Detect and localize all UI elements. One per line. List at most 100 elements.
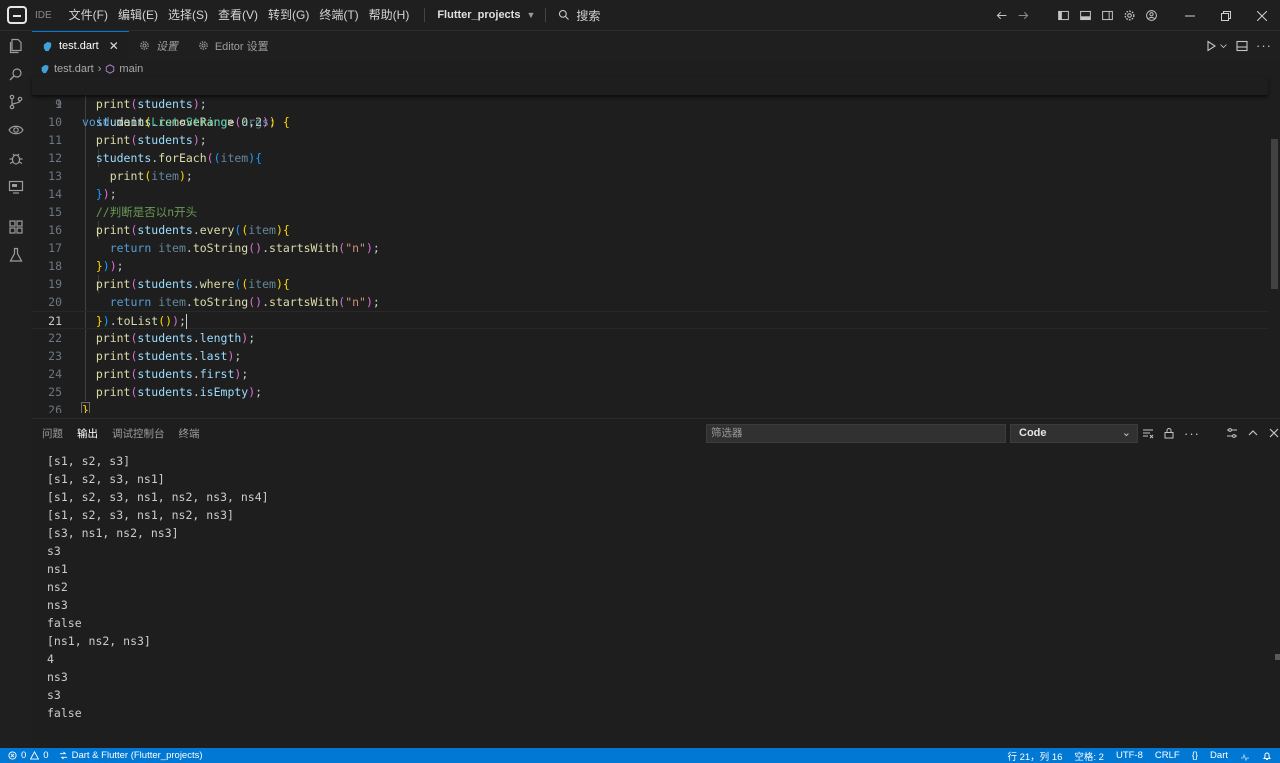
search-view-icon[interactable] — [8, 66, 24, 82]
title-divider — [545, 8, 547, 22]
panel-actions: ··· — [1142, 423, 1280, 443]
run-icon[interactable] — [1205, 39, 1217, 52]
line-number: 26 — [48, 403, 62, 413]
output-line: ns3 — [47, 670, 68, 684]
tab-settings[interactable]: 设置 — [129, 31, 188, 60]
menu-file[interactable]: 文件(F) — [64, 0, 113, 31]
remote-explorer-icon[interactable] — [8, 179, 24, 195]
split-editor-icon[interactable] — [1236, 40, 1248, 52]
tab-debug-console[interactable]: 调试控制台 — [112, 426, 165, 441]
lock-icon[interactable] — [1163, 427, 1175, 439]
extensions-icon[interactable] — [8, 219, 24, 235]
panel-scrollbar[interactable] — [1275, 654, 1280, 660]
code-text: print(students); — [95, 133, 207, 147]
breadcrumb-file[interactable]: test.dart — [54, 63, 94, 75]
sticky-scroll-header[interactable]: 1 void main(List<String> args) { — [32, 77, 1268, 129]
code-line-current: 21 }).toList()); — [32, 311, 1268, 329]
tab-output[interactable]: 输出 — [77, 426, 98, 441]
code-text: students.forEach((item){ — [95, 151, 263, 165]
editor-tabs: test.dart ✕ 设置 Editor 设置 ··· — [32, 31, 1280, 60]
indentation[interactable]: 空格: 2 — [1074, 749, 1104, 763]
maximize-panel-icon[interactable] — [1247, 427, 1259, 439]
menu-help[interactable]: 帮助(H) — [364, 0, 415, 31]
close-panel-icon[interactable] — [1268, 427, 1280, 439]
testing-flask-icon[interactable] — [8, 247, 24, 263]
chevron-down-icon[interactable] — [1219, 40, 1228, 52]
explorer-icon[interactable] — [8, 38, 24, 54]
language-mode[interactable]: Dart — [1210, 750, 1228, 761]
restore-button[interactable] — [1208, 0, 1244, 31]
tab-problems[interactable]: 问题 — [42, 426, 63, 441]
output-channel-select[interactable]: Code ⌄ — [1010, 424, 1138, 443]
menu-view[interactable]: 查看(V) — [213, 0, 263, 31]
clear-output-icon[interactable] — [1142, 427, 1154, 439]
toggle-sidebar-icon[interactable] — [1052, 5, 1074, 27]
app-logo-icon — [7, 6, 27, 24]
gear-icon[interactable] — [1118, 5, 1140, 27]
menu-terminal[interactable]: 终端(T) — [314, 0, 363, 31]
search-label: 搜索 — [576, 8, 601, 23]
arrow-right-icon[interactable] — [1012, 5, 1034, 27]
arrow-left-icon[interactable] — [990, 5, 1012, 27]
menu-edit[interactable]: 编辑(E) — [113, 0, 163, 31]
error-icon[interactable] — [8, 751, 17, 760]
editor-scrollbar[interactable] — [1271, 139, 1278, 289]
menu-selection[interactable]: 选择(S) — [163, 0, 213, 31]
close-tab-icon[interactable]: ✕ — [109, 39, 119, 53]
output-filter-input[interactable]: 筛选器 — [706, 424, 1006, 443]
code-text: print(item); — [109, 169, 193, 183]
warning-count[interactable]: 0 — [43, 750, 48, 761]
toggle-secondary-sidebar-icon[interactable] — [1096, 5, 1118, 27]
tab-test-dart[interactable]: test.dart ✕ — [32, 31, 129, 60]
cursor-position[interactable]: 行 21，列 16 — [1007, 749, 1062, 763]
code-line: 20 return item.toString().startsWith("n"… — [32, 293, 1268, 311]
more-actions-icon[interactable]: ··· — [1184, 426, 1200, 441]
line-number: 23 — [48, 349, 62, 363]
encoding[interactable]: UTF-8 — [1116, 750, 1143, 761]
remote-label[interactable]: Dart & Flutter (Flutter_projects) — [72, 750, 203, 761]
more-actions-icon[interactable]: ··· — [1256, 38, 1272, 53]
code-text: print(students.every((item){ — [95, 223, 290, 237]
code-text: print(students.last); — [95, 349, 242, 363]
code-line: 9 print(students); — [32, 95, 1268, 113]
breadcrumb-symbol[interactable]: main — [119, 63, 143, 75]
menu-go[interactable]: 转到(G) — [263, 0, 314, 31]
code-editor[interactable]: 1 void main(List<String> args) { 9 print… — [32, 77, 1268, 413]
braces-indicator[interactable]: {} — [1192, 750, 1198, 761]
code-text: print(students); — [95, 97, 207, 111]
remote-icon[interactable] — [59, 751, 68, 760]
code-text: void main(List<String> args) { — [82, 115, 290, 129]
output-line: s3 — [47, 688, 61, 702]
project-switcher[interactable]: Flutter_projects ▼ — [437, 9, 535, 21]
code-line: 26} — [32, 401, 1268, 413]
output-line: [s3, ns1, ns2, ns3] — [47, 526, 179, 540]
line-number: 19 — [48, 277, 62, 291]
source-control-icon[interactable] — [8, 94, 24, 110]
feedback-icon[interactable] — [1240, 751, 1250, 761]
panel-settings-icon[interactable] — [1226, 427, 1238, 439]
output-log[interactable]: [s1, s2, s3] [s1, s2, s3, ns1] [s1, s2, … — [47, 452, 269, 722]
command-center-search[interactable]: 搜索 — [558, 7, 600, 24]
code-text: print(students.isEmpty); — [95, 385, 263, 399]
line-number: 24 — [48, 367, 62, 381]
code-line: 25 print(students.isEmpty); — [32, 383, 1268, 401]
close-window-button[interactable] — [1244, 0, 1280, 31]
editor-actions: ··· — [1205, 31, 1272, 60]
output-line: ns3 — [47, 598, 68, 612]
output-line: [ns1, ns2, ns3] — [47, 634, 151, 648]
tab-editor-settings[interactable]: Editor 设置 — [188, 31, 279, 60]
tab-terminal[interactable]: 终端 — [179, 426, 200, 441]
warning-icon[interactable] — [30, 751, 40, 760]
debug-icon[interactable] — [8, 150, 24, 166]
code-line: 23 print(students.last); — [32, 347, 1268, 365]
eye-icon[interactable] — [8, 122, 24, 138]
output-line: s3 — [47, 544, 61, 558]
toggle-panel-icon[interactable] — [1074, 5, 1096, 27]
error-count[interactable]: 0 — [21, 750, 26, 761]
code-line: 22 print(students.length); — [32, 329, 1268, 347]
bell-icon[interactable] — [1262, 751, 1272, 761]
account-icon[interactable] — [1140, 5, 1162, 27]
code-text: } — [81, 401, 90, 413]
minimize-button[interactable] — [1172, 0, 1208, 31]
line-ending[interactable]: CRLF — [1155, 750, 1180, 761]
